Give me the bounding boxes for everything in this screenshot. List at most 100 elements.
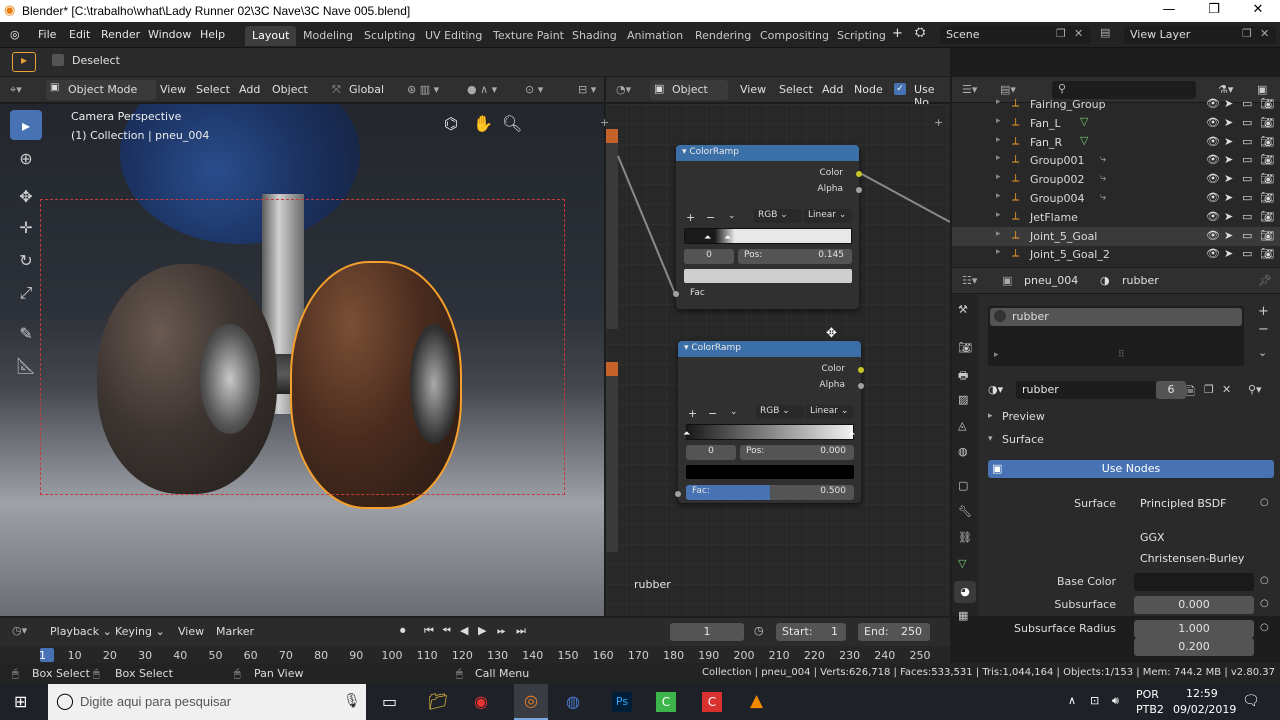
input-link-icon[interactable]: ○ (1260, 598, 1269, 609)
outliner-row[interactable]: ▸ ⟂ Joint_5_Goal_2 👁︎ ➤ ▭ 📷︎ (952, 245, 1280, 264)
expand-arrow-icon[interactable]: ▸ (996, 210, 1001, 220)
tab-texture-paint[interactable]: Texture Paint (486, 26, 571, 46)
viewport-view-menu[interactable]: View (160, 83, 186, 96)
proportional-edit-icon[interactable]: ⊙ ▾ (525, 83, 543, 96)
node-node-menu[interactable]: Node (854, 83, 883, 96)
delete-scene-icon[interactable]: ✕ (1074, 27, 1083, 40)
view-layer-selector[interactable]: View Layer ❐ ✕ (1124, 26, 1276, 44)
remove-stop-button[interactable]: − (708, 407, 717, 420)
sidebar-toggle-icon[interactable]: + (934, 116, 943, 129)
render-camera-icon[interactable]: 📷︎ (1260, 153, 1274, 166)
viewport-select-menu[interactable]: Select (196, 83, 230, 96)
selectable-arrow-icon[interactable]: ➤ (1224, 247, 1233, 260)
position-field[interactable]: Pos: 0.145 (738, 249, 852, 264)
timeline-view-menu[interactable]: View (178, 625, 204, 638)
render-camera-icon[interactable]: 📷︎ (1260, 229, 1274, 242)
outliner-row[interactable]: ▸ ⟂ Joint_5_Goal 👁︎ ➤ ▭ 📷︎ (952, 226, 1280, 246)
preview-range-icon[interactable]: ◷ (754, 624, 764, 637)
object-tab-icon[interactable]: ▢ (958, 479, 968, 492)
visibility-eye-icon[interactable]: 👁︎ (1206, 210, 1220, 223)
jump-start-icon[interactable]: ⏮ (424, 624, 434, 638)
scene-selector[interactable]: Scene ❐ ✕ (940, 26, 1090, 44)
move-arrows-icon[interactable]: ✛ (10, 212, 42, 242)
close-button[interactable]: ✕ (1243, 2, 1273, 17)
resize-grip-icon[interactable]: ⠿ (1118, 350, 1125, 360)
viewport-display-icon[interactable]: ▭ (1242, 210, 1252, 223)
unlink-material-icon[interactable]: ✕ (1222, 383, 1231, 396)
node-editor-canvas[interactable]: + + ✥ rubber ▾ ColorRamp Color Alpha + −… (600, 104, 950, 616)
select-tool-icon[interactable]: ▸ (12, 52, 36, 72)
record-icon[interactable]: ⏺ (400, 624, 406, 638)
duplicate-material-icon[interactable]: ❐ (1204, 383, 1214, 396)
blender-taskbar-icon[interactable]: ◎ (514, 684, 548, 720)
view-layer-tab-icon[interactable]: ▨ (958, 393, 968, 406)
remove-stop-button[interactable]: − (706, 211, 715, 224)
outliner-row[interactable]: ▸ ⟂ Group002 ⤷ 👁︎ ➤ ▭ 📷︎ (952, 170, 1280, 189)
viewport-display-icon[interactable]: ▭ (1242, 191, 1252, 204)
selectable-arrow-icon[interactable]: ➤ (1224, 97, 1233, 110)
toolbar-toggle-icon[interactable]: + (600, 116, 609, 129)
fac-input-socket[interactable] (675, 491, 681, 497)
render-camera-icon[interactable]: 📷︎ (1260, 116, 1274, 129)
rotate-tool-icon[interactable]: ↻ (10, 245, 42, 275)
visibility-eye-icon[interactable]: 👁︎ (1206, 191, 1220, 204)
viewport-display-icon[interactable]: ▭ (1242, 247, 1252, 260)
visibility-eye-icon[interactable]: 👁︎ (1206, 153, 1220, 166)
visibility-eye-icon[interactable]: 👁︎ (1206, 229, 1220, 242)
viewport-overlay-icon[interactable]: ⊟ ▾ (578, 83, 596, 96)
current-frame-field[interactable]: 1 (670, 623, 744, 641)
preview-expand-icon[interactable]: ▸ (988, 411, 993, 421)
numeric-field[interactable]: 0.200 (1134, 638, 1254, 656)
minimize-button[interactable]: — (1154, 2, 1184, 17)
color-mode-dropdown[interactable]: RGB ⌄ (756, 405, 804, 419)
fac-input-socket[interactable] (673, 291, 679, 297)
copy-layer-icon[interactable]: ❐ (1242, 27, 1252, 40)
color-output-socket[interactable] (856, 171, 862, 177)
render-camera-icon[interactable]: 📷︎ (1260, 210, 1274, 223)
colorramp-node-2[interactable]: ▾ ColorRamp Color Alpha + − ⌄ RGB ⌄ Line… (675, 341, 864, 503)
viewport-display-icon[interactable]: ▭ (1242, 97, 1252, 110)
outliner-row[interactable]: ▸ ⟂ Group004 ⤷ 👁︎ ➤ ▭ 📷︎ (952, 189, 1280, 208)
play-reverse-icon[interactable]: ◀ (460, 624, 468, 637)
tab-shading[interactable]: Shading (565, 26, 624, 46)
node-header[interactable]: ▾ ColorRamp (676, 145, 859, 161)
selectable-arrow-icon[interactable]: ➤ (1224, 191, 1233, 204)
numeric-field[interactable]: 1.000 (1134, 620, 1254, 638)
playback-menu[interactable]: Playback ⌄ (50, 625, 112, 638)
expand-arrow-icon[interactable]: ▸ (996, 97, 1001, 107)
use-nodes-button[interactable]: ▣ Use Nodes (988, 460, 1274, 478)
selectable-arrow-icon[interactable]: ➤ (1224, 153, 1233, 166)
ramp-stop-handle-2[interactable]: ⏶ (848, 429, 855, 439)
expand-arrow-icon[interactable]: ▸ (996, 135, 1001, 145)
visibility-eye-icon[interactable]: 👁︎ (1206, 135, 1220, 148)
render-camera-icon[interactable]: 📷︎ (1260, 191, 1274, 204)
show-hidden-icons[interactable]: ∧ (1068, 694, 1076, 707)
scale-tool-icon[interactable]: ⤢ (10, 278, 42, 308)
selectable-arrow-icon[interactable]: ➤ (1224, 210, 1233, 223)
selectable-arrow-icon[interactable]: ➤ (1224, 172, 1233, 185)
notification-icon[interactable]: 🗨︎ (1242, 693, 1260, 709)
pivot-icon[interactable]: ⊛ ▥ ▾ (407, 83, 439, 96)
color-mode-dropdown[interactable]: RGB ⌄ (754, 209, 802, 223)
taskbar-search-box[interactable]: ◯ Digite aqui para pesquisar 🎙︎ (48, 684, 366, 720)
selectable-arrow-icon[interactable]: ➤ (1224, 229, 1233, 242)
photoshop-icon[interactable]: Ps (612, 692, 632, 712)
input-link-icon[interactable]: ○ (1260, 575, 1269, 586)
menu-render[interactable]: Render (101, 28, 140, 41)
menu-file[interactable]: File (38, 28, 56, 41)
surface-expand-icon[interactable]: ▾ (988, 434, 993, 444)
add-stop-button[interactable]: + (688, 407, 697, 420)
move-tool-icon[interactable]: ✥ (10, 181, 42, 211)
keyboard-layout[interactable]: PTB2 (1136, 703, 1164, 716)
app-taskbar-icon[interactable]: ◍ (566, 692, 580, 711)
language-indicator[interactable]: POR (1136, 688, 1159, 701)
maximize-button[interactable]: ❐ (1199, 2, 1229, 17)
output-tab-icon[interactable]: 🖶︎ (958, 367, 968, 386)
camera-view-icon[interactable]: ⌬ (444, 114, 458, 133)
volume-icon[interactable]: 🔊︎ (1112, 694, 1119, 708)
colorramp-node[interactable]: ▾ ColorRamp Color Alpha + − ⌄ RGB ⌄ Line… (673, 145, 862, 309)
material-name-field[interactable]: rubber (1016, 381, 1156, 399)
vlc-icon[interactable]: ▲ (750, 691, 763, 711)
fac-slider[interactable]: Fac: 0.500 (686, 485, 854, 500)
stop-color-swatch[interactable] (686, 465, 854, 479)
